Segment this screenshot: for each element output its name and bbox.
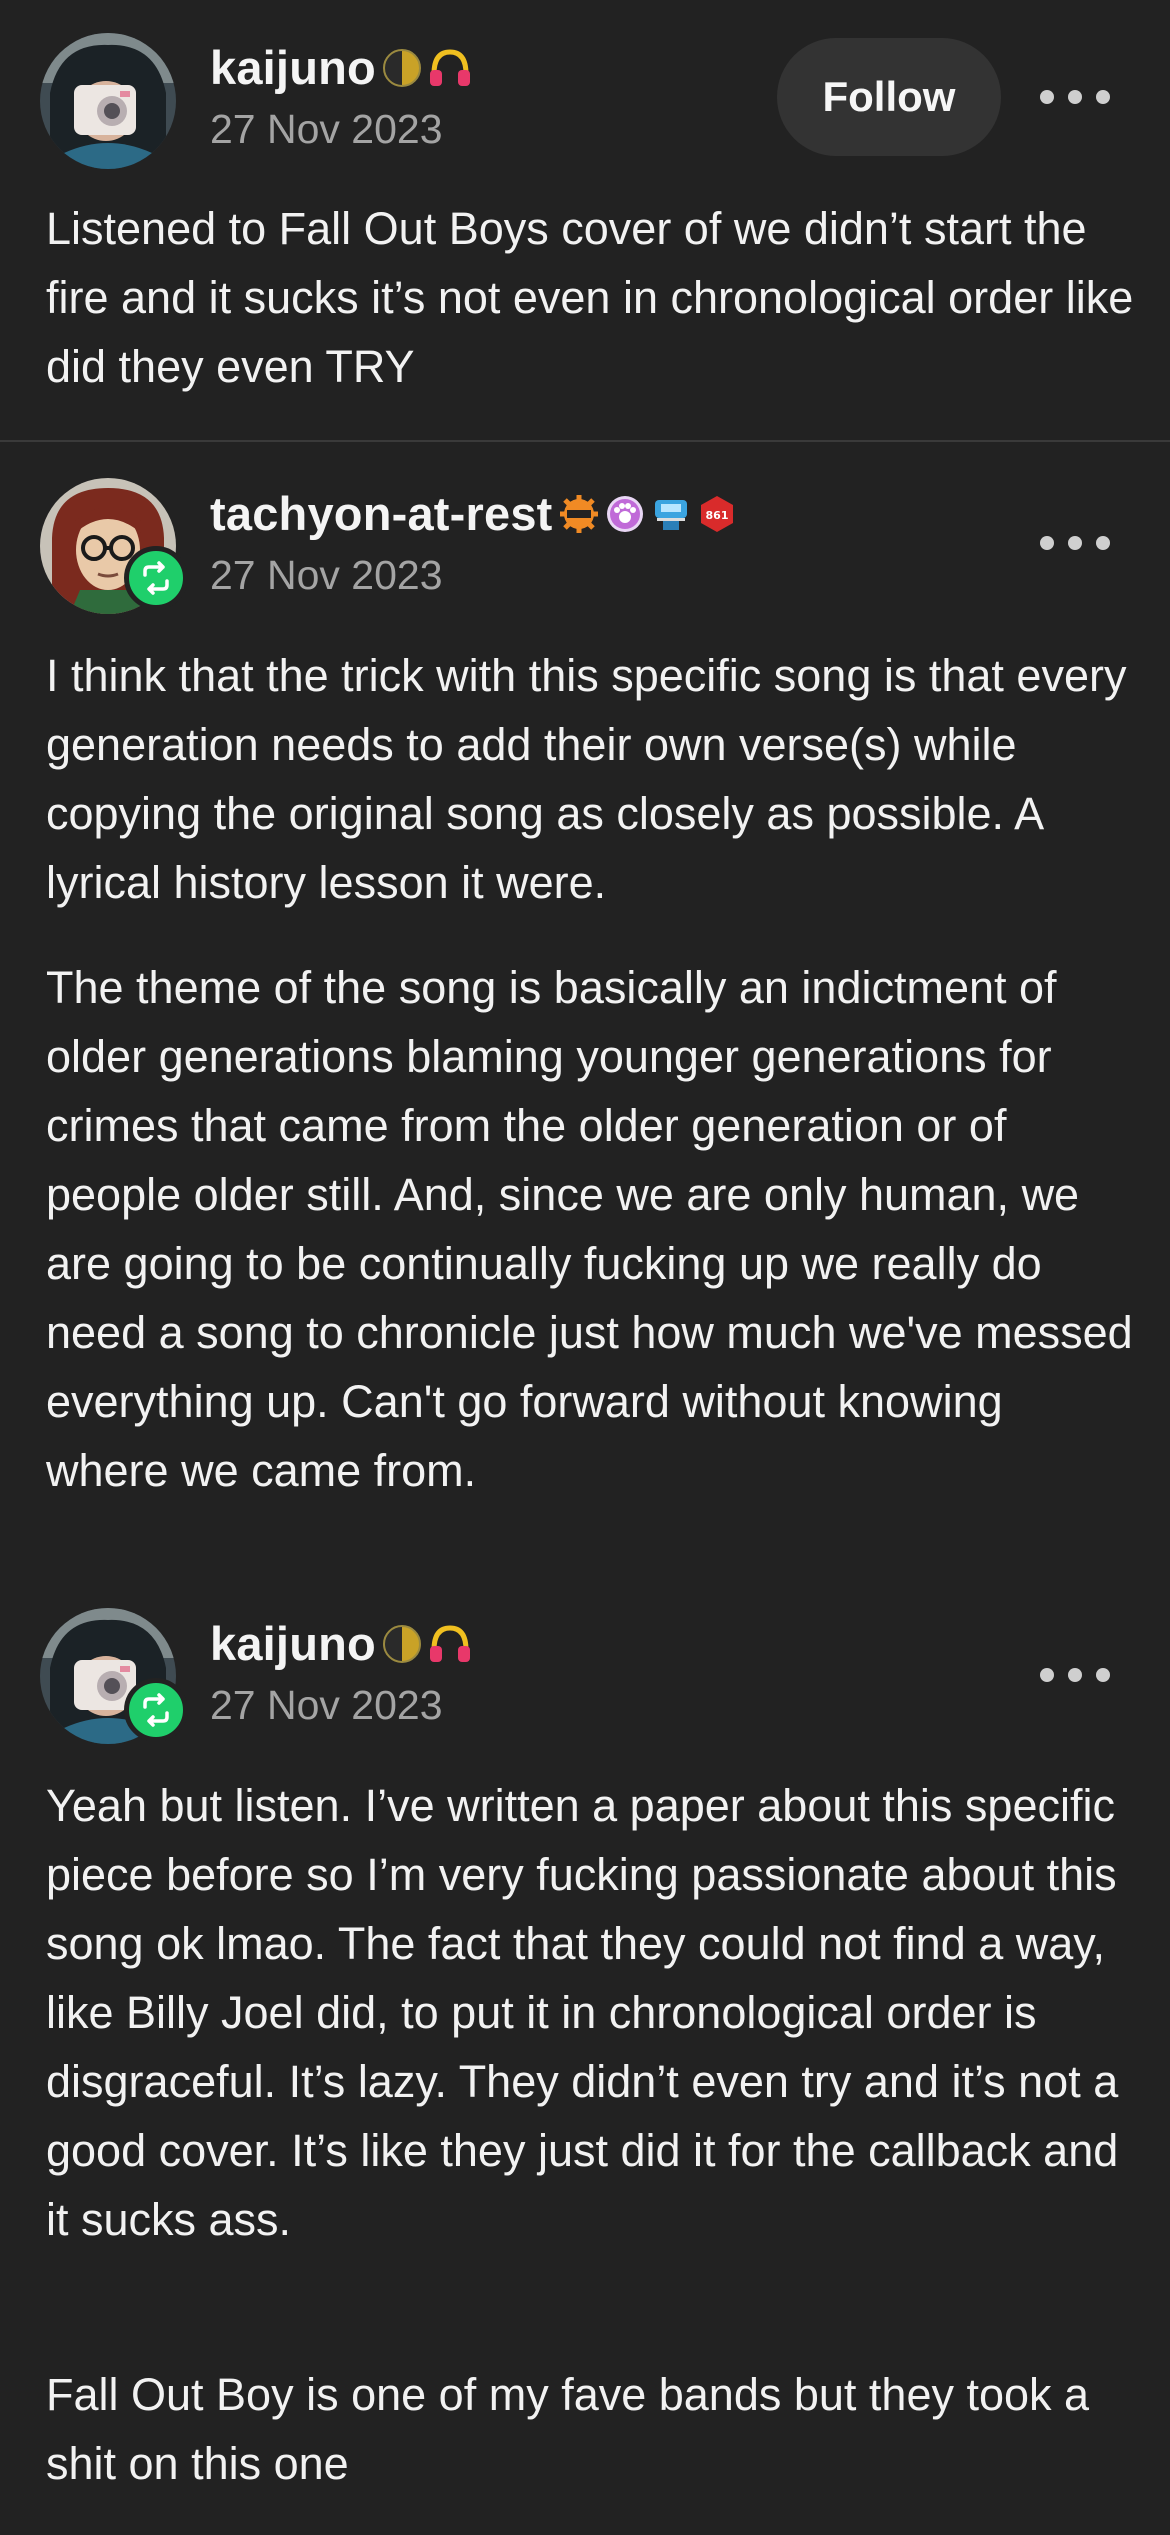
- dot-icon: [1040, 90, 1054, 104]
- username[interactable]: kaijuno: [210, 1616, 376, 1671]
- post-date: 27 Nov 2023: [210, 106, 443, 152]
- post-body-paragraph: I think that the trick with this specifi…: [46, 650, 1127, 908]
- moon-badge-icon[interactable]: [382, 48, 422, 88]
- dot-icon: [1068, 536, 1082, 550]
- blue-robot-badge-icon[interactable]: [651, 494, 691, 534]
- headphones-badge-icon[interactable]: [428, 48, 470, 88]
- username-row: kaijuno: [210, 1616, 470, 1671]
- post-divider: [0, 440, 1170, 442]
- post-body-paragraph: Yeah but listen. I’ve written a paper ab…: [46, 1780, 1119, 2245]
- dot-icon: [1040, 1668, 1054, 1682]
- reblog-icon: [124, 546, 188, 610]
- post-date: 27 Nov 2023: [210, 552, 443, 598]
- dot-icon: [1040, 536, 1054, 550]
- username-row: tachyon-at-rest 861: [210, 486, 737, 541]
- username[interactable]: tachyon-at-rest: [210, 486, 553, 541]
- moon-badge-icon[interactable]: [382, 1624, 422, 1664]
- dot-icon: [1096, 1668, 1110, 1682]
- dot-icon: [1096, 536, 1110, 550]
- username-row: kaijuno: [210, 40, 470, 95]
- follow-button[interactable]: Follow: [777, 38, 1001, 156]
- avatar-kaijuno[interactable]: [40, 33, 176, 169]
- svg-text:861: 861: [705, 509, 728, 522]
- post-body-paragraph: Fall Out Boy is one of my fave bands but…: [46, 2369, 1090, 2489]
- dot-icon: [1068, 1668, 1082, 1682]
- orange-gear-badge-icon[interactable]: [559, 494, 599, 534]
- post-date: 27 Nov 2023: [210, 1682, 443, 1728]
- post-body-text: Listened to Fall Out Boys cover of we di…: [46, 203, 1134, 392]
- headphones-badge-icon[interactable]: [428, 1624, 470, 1664]
- more-options-button[interactable]: [1040, 1660, 1110, 1690]
- dot-icon: [1096, 90, 1110, 104]
- username[interactable]: kaijuno: [210, 40, 376, 95]
- more-options-button[interactable]: [1040, 82, 1110, 112]
- post-body-paragraph: The theme of the song is basically an in…: [46, 962, 1133, 1496]
- more-options-button[interactable]: [1040, 528, 1110, 558]
- red-hexagon-badge-icon[interactable]: 861: [697, 494, 737, 534]
- pink-paw-badge-icon[interactable]: [605, 494, 645, 534]
- dot-icon: [1068, 90, 1082, 104]
- reblog-icon: [124, 1678, 188, 1742]
